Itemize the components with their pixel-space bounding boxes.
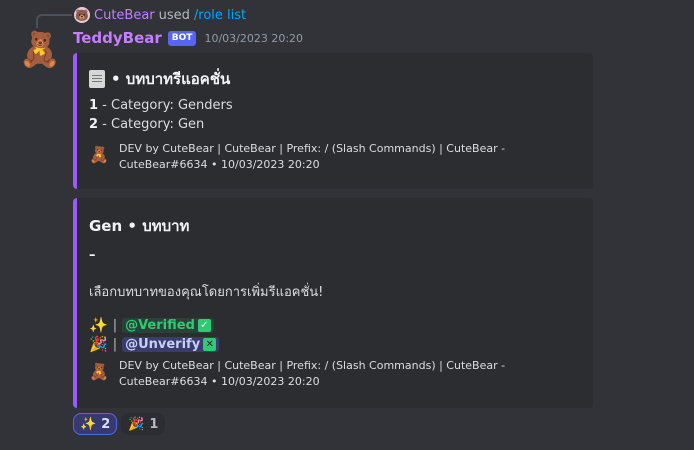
- role-mention-verified[interactable]: @Verified ✓: [122, 317, 214, 333]
- embed2-title: Gen • บทบาท: [89, 214, 189, 238]
- embed1-line-num: 1: [89, 98, 99, 113]
- reply-username[interactable]: CuteBear: [94, 8, 155, 23]
- sparkles-icon: ✨: [80, 416, 97, 432]
- reply-avatar-icon[interactable]: 🐻: [74, 7, 90, 23]
- embed1-line: 2 - Category: Gen: [89, 117, 204, 132]
- role-mention-text: @Verified: [125, 317, 195, 333]
- embed2-title-text: Gen • บทบาท: [89, 217, 190, 235]
- sparkles-icon: ✨: [89, 316, 108, 334]
- message-username[interactable]: TeddyBear: [73, 29, 162, 47]
- embed2-footer: 🧸 DEV by CuteBear | CuteBear | Prefix: /…: [89, 358, 579, 390]
- message-header: TeddyBear BOT 10/03/2023 20:20: [73, 29, 303, 47]
- role-row: 🎉 | @Unverify ✕: [89, 335, 220, 353]
- cross-mark-icon: ✕: [203, 337, 217, 351]
- reaction-party-popper[interactable]: 🎉 1: [121, 413, 166, 435]
- reply-command[interactable]: /role list: [194, 8, 246, 23]
- reaction-count: 2: [101, 416, 111, 432]
- party-popper-icon: 🎉: [89, 335, 108, 353]
- embed1-line: 1 - Category: Genders: [89, 98, 233, 113]
- embed-gen-roles: Gen • บทบาท – เลือกบทบาทของคุณโดยการเพิ่…: [73, 198, 593, 408]
- teddy-bear-avatar-icon[interactable]: 🧸: [19, 30, 61, 70]
- separator: |: [112, 336, 118, 352]
- party-popper-icon: 🎉: [128, 416, 145, 432]
- footer-bear-icon: 🧸: [89, 362, 109, 381]
- embed2-footer-text: DEV by CuteBear | CuteBear | Prefix: / (…: [119, 359, 506, 388]
- embed-role-list: • บทบาทรีแอคชั่น 1 - Category: Genders 2…: [73, 53, 593, 189]
- scroll-icon: [89, 70, 105, 88]
- reaction-sparkles[interactable]: ✨ 2: [73, 413, 118, 435]
- footer-bear-icon: 🧸: [89, 145, 109, 164]
- bot-tag: BOT: [167, 30, 197, 46]
- separator: |: [112, 317, 118, 333]
- embed2-dash: –: [89, 248, 96, 263]
- reaction-count: 1: [149, 416, 159, 432]
- embed1-title-text: • บทบาทรีแอคชั่น: [111, 70, 231, 88]
- reply-connector: [36, 14, 72, 28]
- role-row: ✨ | @Verified ✓: [89, 316, 214, 334]
- embed1-footer: 🧸 DEV by CuteBear | CuteBear | Prefix: /…: [89, 141, 579, 173]
- embed1-line-text: - Category: Genders: [98, 98, 233, 113]
- reply-used-text: used: [158, 7, 190, 23]
- embed1-line-num: 2: [89, 117, 99, 132]
- reply-reference[interactable]: 🐻 CuteBear used /role list: [74, 6, 246, 24]
- role-mention-text: @Unverify: [125, 336, 201, 352]
- embed2-description: เลือกบทบาทของคุณโดยการเพิ่มรีแอคชั่น!: [89, 285, 324, 300]
- check-mark-icon: ✓: [197, 318, 211, 332]
- reactions-bar: ✨ 2 🎉 1: [73, 413, 166, 435]
- embed1-footer-text: DEV by CuteBear | CuteBear | Prefix: / (…: [119, 142, 506, 171]
- embed1-line-text: - Category: Gen: [98, 117, 205, 132]
- role-mention-unverify[interactable]: @Unverify ✕: [122, 336, 220, 352]
- embed1-title: • บทบาทรีแอคชั่น: [89, 67, 230, 91]
- message-timestamp[interactable]: 10/03/2023 20:20: [204, 32, 303, 45]
